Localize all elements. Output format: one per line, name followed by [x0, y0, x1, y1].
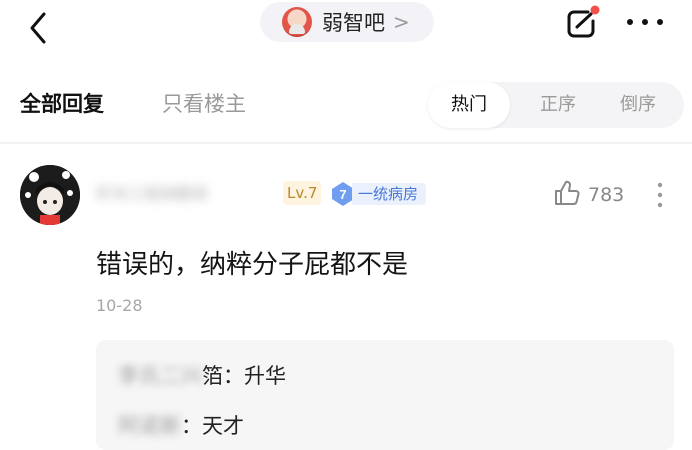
notification-dot: [590, 5, 600, 15]
sub-reply-2[interactable]: 阿诺斯 ：天才: [118, 410, 244, 440]
divider: [0, 142, 692, 144]
vertical-dots-icon[interactable]: [648, 178, 672, 212]
sort-ascending[interactable]: 正序: [520, 82, 596, 128]
sub-reply-1[interactable]: 李氏二兴 箔 ：升华: [118, 360, 286, 390]
top-bar: 弱智吧 >: [0, 0, 692, 64]
avatar[interactable]: [20, 165, 80, 225]
sort-hot[interactable]: 热门: [428, 82, 510, 128]
forum-entry[interactable]: 弱智吧 >: [260, 2, 434, 42]
title-badge: 7 一统病房: [330, 181, 427, 207]
back-arrow-icon[interactable]: [22, 8, 58, 48]
sort-descending[interactable]: 倒序: [600, 82, 676, 128]
more-dots-icon[interactable]: [620, 4, 670, 40]
sub-reply-text: ：天才: [181, 414, 244, 438]
edit-icon[interactable]: [562, 4, 600, 42]
tab-all-replies[interactable]: 全部回复: [20, 88, 104, 118]
reply-filter-row: 全部回复 只看楼主 热门 正序 倒序: [0, 76, 692, 132]
tab-op-only[interactable]: 只看楼主: [162, 88, 246, 118]
sub-reply-author-suffix: 箔: [202, 364, 223, 388]
like-button[interactable]: 783: [552, 178, 624, 212]
reply-content: 错误的，纳粹分子屁都不是: [96, 250, 409, 280]
sub-reply-author: 阿诺斯: [118, 414, 181, 438]
forum-avatar: [282, 7, 312, 37]
chevron-right-icon: >: [393, 10, 410, 34]
title-badge-level: 7: [339, 187, 346, 202]
title-badge-text: 一统病房: [352, 183, 427, 205]
sort-toggle: 热门 正序 倒序: [428, 82, 684, 128]
sub-reply-author: 李氏二兴: [118, 364, 202, 388]
sub-reply-panel[interactable]: 李氏二兴 箔 ：升华 阿诺斯 ：天才: [96, 340, 674, 450]
reply-date: 10-28: [96, 296, 143, 315]
username-blurred[interactable]: 虾米三姐妹翻滚: [96, 180, 280, 204]
like-count: 783: [588, 184, 625, 206]
level-badge: Lv.7: [283, 181, 322, 205]
sub-reply-text: ：升华: [223, 364, 286, 388]
forum-name: 弱智吧: [322, 11, 385, 35]
thumbs-up-icon: [552, 178, 582, 212]
